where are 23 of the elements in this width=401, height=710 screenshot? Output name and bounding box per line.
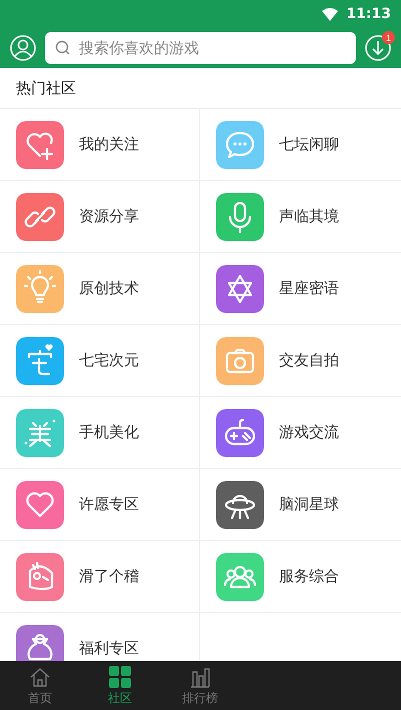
home-icon <box>29 666 51 688</box>
person-icon <box>10 35 36 61</box>
wifi-icon <box>322 8 338 20</box>
nav-tab[interactable]: 社区 <box>80 661 160 710</box>
download-icon <box>365 35 391 61</box>
notification-badge: 1 <box>382 31 395 44</box>
section-heading: 热门社区 <box>16 78 76 99</box>
community-tile[interactable]: 原创技术 <box>0 253 200 325</box>
clock-time: 11:13 <box>346 6 391 22</box>
community-tile[interactable]: 七宅次元 <box>0 325 200 397</box>
community-tile[interactable]: 我的关注 <box>0 109 200 181</box>
profile-button[interactable] <box>10 35 36 61</box>
search-field[interactable]: 搜索你喜欢的游戏 <box>45 32 356 64</box>
download-button[interactable]: 1 <box>365 35 391 61</box>
search-icon <box>55 40 71 56</box>
bar-chart-icon <box>189 666 211 688</box>
nav-tab[interactable]: 首页 <box>0 661 80 710</box>
nav-tab[interactable]: 排行榜 <box>160 661 240 710</box>
community-tile[interactable]: 许愿专区 <box>0 469 200 541</box>
grid-icon <box>109 666 131 688</box>
community-tile[interactable]: 手机美化 <box>0 397 200 469</box>
community-tile[interactable]: 资源分享 <box>0 181 200 253</box>
community-tile[interactable]: 滑了个稽 <box>0 541 200 613</box>
